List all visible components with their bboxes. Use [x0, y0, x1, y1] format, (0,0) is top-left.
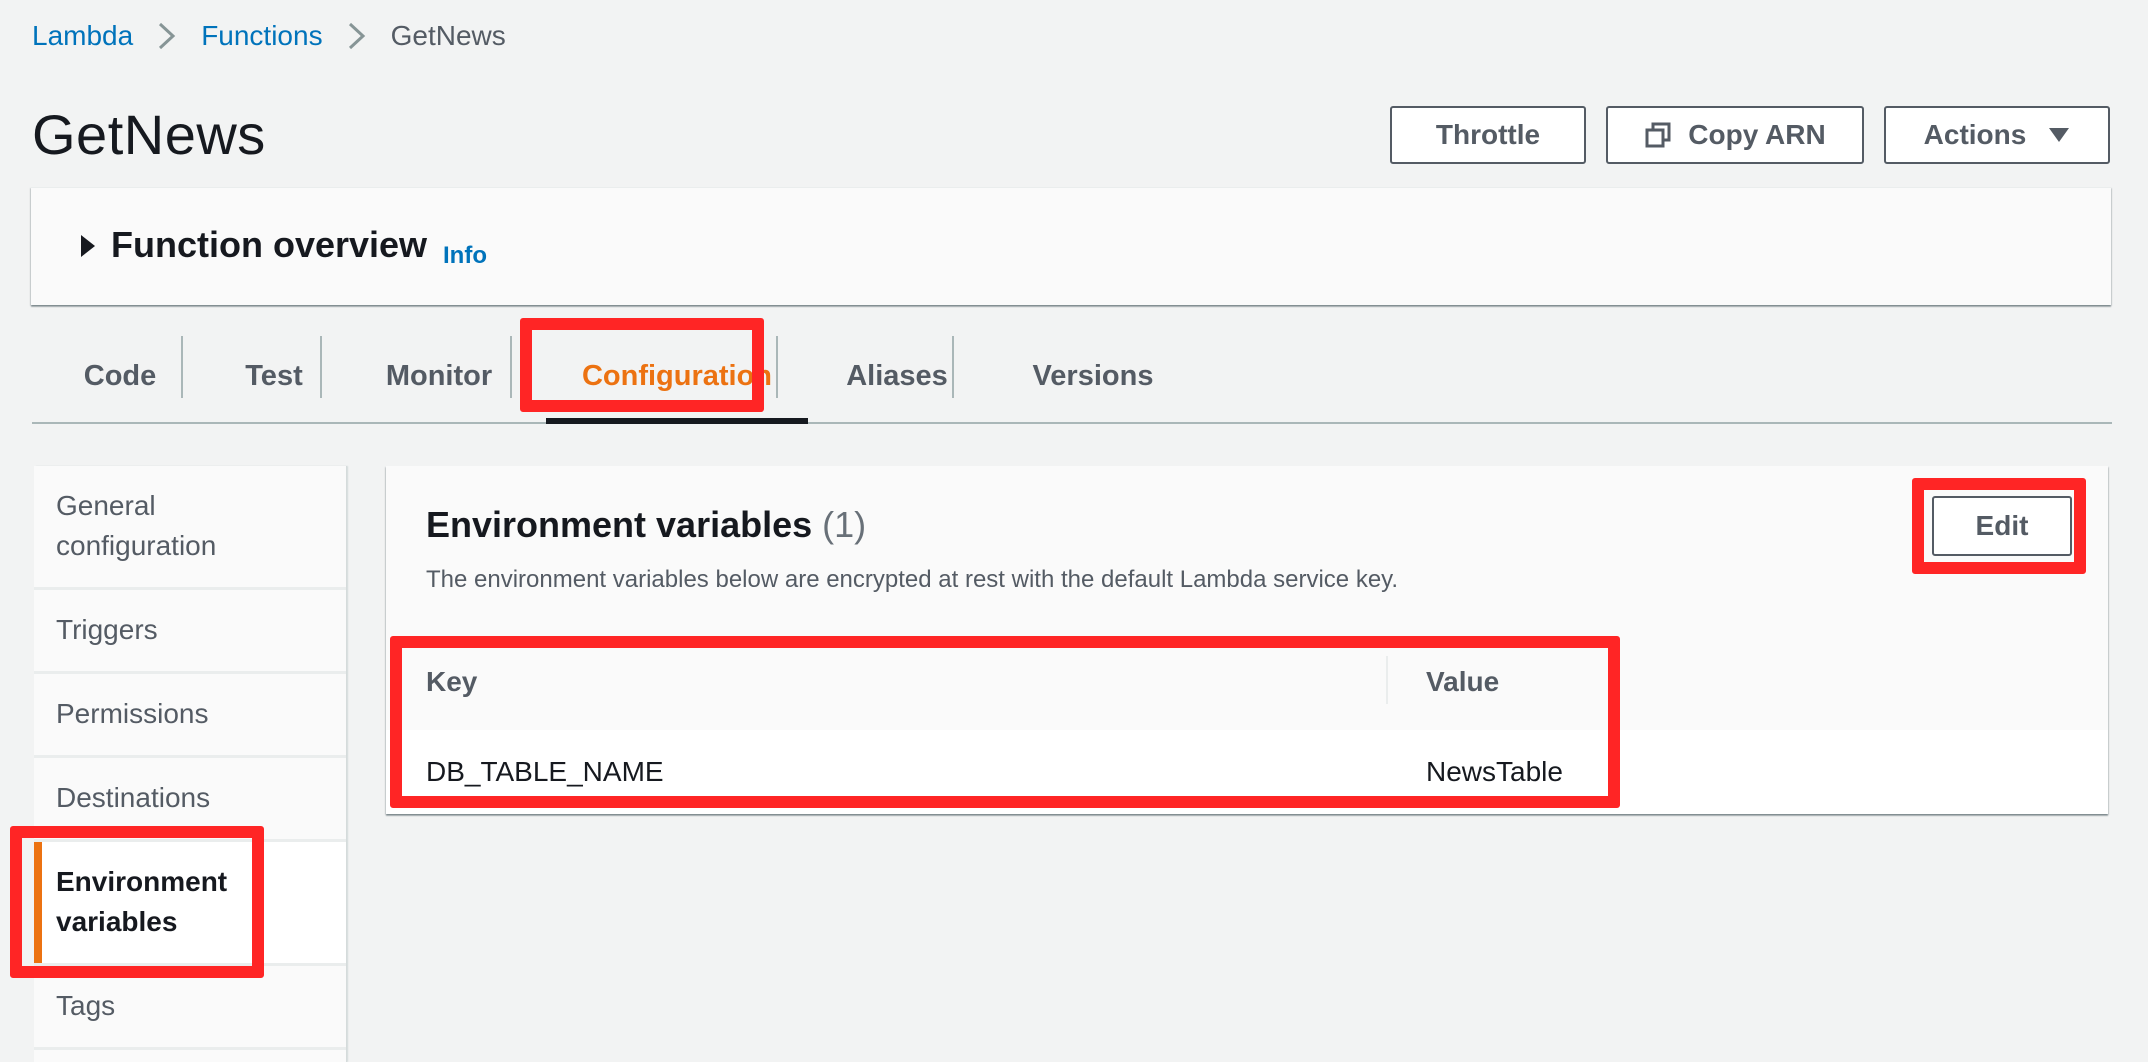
table-header-row: Key Value	[386, 634, 2108, 731]
sidenav-item-label: Environment variables	[56, 866, 228, 937]
page-title: GetNews	[32, 103, 266, 166]
sidenav-item-tags[interactable]: Tags	[34, 966, 346, 1050]
tab-divider	[320, 336, 322, 398]
environment-variables-panel: Environment variables (1) The environment…	[386, 466, 2108, 814]
tab-divider	[776, 336, 778, 398]
tab-code[interactable]: Code	[42, 330, 198, 422]
edit-button-label: Edit	[1975, 510, 2029, 541]
active-nav-indicator	[34, 842, 42, 963]
breadcrumb-lambda-link[interactable]: Lambda	[32, 20, 133, 52]
sidenav-item-permissions[interactable]: Permissions	[34, 674, 346, 758]
actions-button-label: Actions	[1923, 119, 2027, 150]
info-link[interactable]: Info	[443, 242, 487, 270]
breadcrumb: Lambda Functions GetNews	[32, 16, 506, 56]
tab-configuration[interactable]: Configuration	[546, 330, 808, 422]
table-row: DB_TABLE_NAME NewsTable	[386, 730, 2108, 814]
throttle-button[interactable]: Throttle	[1390, 106, 1586, 164]
column-divider	[1386, 656, 1388, 704]
tab-bar: Code Test Monitor Configuration Aliases …	[32, 330, 2112, 424]
env-value-cell: NewsTable	[1426, 756, 1563, 787]
panel-title: Environment variables (1)	[426, 504, 866, 546]
sidenav-item-label: Triggers	[56, 614, 158, 645]
column-header-value: Value	[1426, 666, 1500, 697]
sidenav-item-label: Tags	[56, 990, 116, 1021]
column-header-key: Key	[426, 666, 478, 697]
throttle-button-label: Throttle	[1435, 119, 1541, 150]
panel-description: The environment variables below are encr…	[426, 566, 1399, 593]
sidenav-item-label: Destinations	[56, 782, 211, 813]
edit-button[interactable]: Edit	[1932, 496, 2072, 556]
variable-count: (1)	[822, 504, 867, 545]
tab-divider	[181, 336, 183, 398]
configuration-sidenav: General configuration Triggers Permissio…	[34, 466, 346, 1062]
tab-aliases[interactable]: Aliases	[794, 330, 1000, 422]
caret-right-icon[interactable]	[79, 234, 97, 263]
actions-dropdown-button[interactable]: Actions	[1884, 106, 2110, 164]
sidenav-item-general-configuration[interactable]: General configuration	[34, 466, 346, 590]
function-overview-panel: Function overview Info	[31, 187, 2111, 305]
function-overview-title[interactable]: Function overview	[111, 224, 427, 266]
copy-arn-button[interactable]: Copy ARN	[1606, 106, 1864, 164]
caret-down-icon	[2048, 126, 2070, 144]
tab-monitor[interactable]: Monitor	[332, 330, 546, 422]
sidenav-item-environment-variables[interactable]: Environment variables	[34, 842, 346, 966]
breadcrumb-current: GetNews	[390, 20, 506, 51]
sidenav-item-label: General configuration	[56, 490, 217, 561]
env-key-cell: DB_TABLE_NAME	[426, 756, 664, 787]
panel-header: Environment variables (1) The environment…	[386, 466, 2108, 635]
chevron-right-icon	[147, 16, 187, 56]
tab-versions[interactable]: Versions	[988, 330, 1198, 422]
copy-icon	[1644, 121, 1672, 149]
sidenav-item-label: Permissions	[56, 698, 209, 729]
sidenav-item-destinations[interactable]: Destinations	[34, 758, 346, 842]
tab-divider	[952, 336, 954, 398]
chevron-right-icon	[337, 16, 377, 56]
active-tab-indicator	[546, 418, 808, 424]
panel-title-text: Environment variables	[426, 504, 813, 545]
tab-divider	[510, 336, 512, 398]
breadcrumb-functions-link[interactable]: Functions	[201, 20, 322, 52]
sidenav-item-triggers[interactable]: Triggers	[34, 590, 346, 674]
copy-arn-button-label: Copy ARN	[1688, 119, 1826, 150]
tab-test[interactable]: Test	[194, 330, 354, 422]
